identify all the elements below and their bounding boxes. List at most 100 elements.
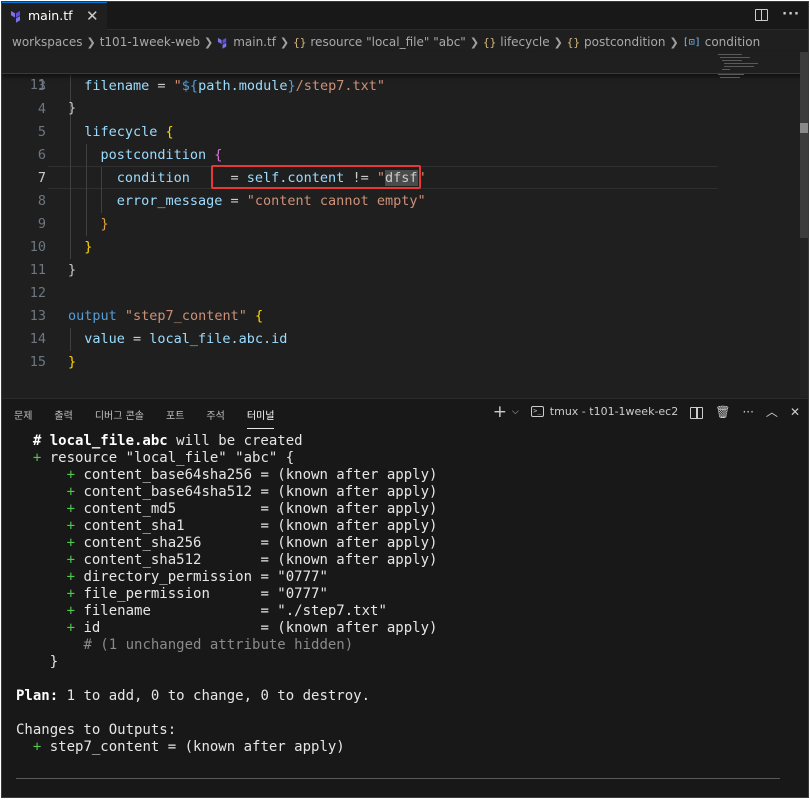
code-text: }: [84, 239, 93, 255]
line-number: 11: [29, 77, 46, 93]
code-text: lifecycle {: [84, 124, 174, 140]
terminal-line: Changes to Outputs:: [16, 722, 177, 738]
terminal-output[interactable]: # local_file.abc will be created + resou…: [16, 433, 437, 756]
terminal-line: + file_permission = "0777": [66, 586, 328, 602]
code-text: }: [68, 262, 77, 278]
terminal-line: + step7_content = (known after apply): [32, 739, 345, 755]
editor-window: main.tf ✕ ··· workspaces ❯ t101-1week-we…: [1, 1, 809, 798]
terminal-line: + content_sha256 = (known after apply): [66, 535, 438, 551]
breadcrumb-item-folder[interactable]: t101-1week-web: [100, 35, 200, 49]
breadcrumb-resource-label: resource "local_file" "abc": [310, 35, 466, 49]
chevron-right-icon: ❯: [86, 35, 96, 49]
terminal-line: # local_file.abc will be created: [32, 433, 303, 449]
tab-debug-console[interactable]: 디버그 콘솔: [95, 407, 144, 426]
terminal-line: + content_base64sha512 = (known after ap…: [66, 484, 438, 500]
bottom-panel: 문제 출력 디버그 콘솔 포트 주석 터미널 + ⌵ >_ tmux - t10…: [2, 398, 808, 797]
terminal-line: # (1 unchanged attribute hidden): [83, 637, 354, 653]
code-text: value = local_file.abc.id: [84, 331, 288, 347]
split-editor-icon[interactable]: [755, 9, 769, 21]
scrollbar-cursor-marker: [800, 123, 808, 133]
chevron-right-icon: ❯: [469, 35, 480, 49]
more-actions-icon[interactable]: ···: [782, 7, 800, 22]
chevron-right-icon: ❯: [279, 35, 290, 49]
line-number: 11: [29, 262, 46, 278]
tab-output[interactable]: 출력: [54, 407, 72, 426]
line-number: 9: [37, 216, 46, 232]
sticky-code: }: [68, 100, 77, 116]
line-number: 13: [29, 308, 46, 324]
terminal-line: Plan: 1 to add, 0 to change, 0 to destro…: [16, 688, 371, 704]
terminal-line: + content_base64sha256 = (known after ap…: [66, 467, 438, 483]
code-text: output "step7_content" {: [68, 308, 264, 324]
breadcrumb-item-lifecycle[interactable]: {} lifecycle: [483, 35, 550, 49]
breadcrumb-item-postcondition[interactable]: {} postcondition: [567, 35, 666, 49]
terminal-selector[interactable]: >_ tmux - t101-1week-ec2: [530, 405, 679, 418]
line-number: 10: [29, 239, 46, 255]
tab-label: main.tf: [28, 8, 73, 23]
terminal-icon: >_: [530, 406, 544, 417]
code-line: 3 filename = "${path.module}/step7.txt": [2, 75, 802, 98]
line-number: 6: [37, 147, 46, 163]
vertical-scrollbar[interactable]: [800, 52, 808, 397]
tab-comments[interactable]: 주석: [206, 407, 224, 426]
code-line: 12: [2, 282, 802, 305]
code-text: error_message = "content cannot empty": [116, 193, 426, 209]
minimap[interactable]: [716, 52, 776, 92]
terraform-icon: [11, 11, 20, 23]
condition-highlight-box: [211, 165, 421, 189]
symbol-object-icon: {}: [483, 36, 497, 49]
symbol-field-icon: [⊡]: [682, 37, 701, 48]
breadcrumb-item-condition[interactable]: [⊡] condition: [683, 35, 761, 49]
editor-actions: ···: [755, 7, 800, 22]
tab-terminal[interactable]: 터미널: [246, 407, 274, 429]
tab-ports[interactable]: 포트: [166, 407, 184, 426]
chevron-right-icon: ❯: [203, 35, 214, 49]
breadcrumb-item-workspaces[interactable]: workspaces: [12, 35, 83, 49]
panel-tabs: 문제 출력 디버그 콘솔 포트 주석 터미널: [14, 407, 274, 429]
chevron-right-icon: ❯: [553, 35, 563, 49]
line-number: 15: [29, 354, 46, 370]
terminal-line: }: [16, 654, 59, 670]
close-panel-icon[interactable]: ✕: [790, 405, 800, 419]
terraform-icon: [218, 37, 227, 49]
code-line: 9}: [2, 213, 802, 236]
terminal-horizontal-scrollbar[interactable]: [16, 778, 780, 779]
code-text: }: [100, 216, 109, 232]
sticky-scroll-line[interactable]: 11 }: [2, 51, 802, 116]
scrollbar-thumb[interactable]: [800, 52, 808, 238]
sticky-line: 11 }: [2, 51, 802, 116]
trash-icon[interactable]: 🗑: [715, 405, 730, 419]
code-text: postcondition {: [100, 147, 223, 163]
chevron-right-icon: ❯: [669, 35, 679, 49]
code-text: filename = "${path.module}/step7.txt": [84, 78, 386, 94]
terminal-line: + content_sha512 = (known after apply): [66, 552, 438, 568]
split-terminal-icon[interactable]: [690, 406, 704, 419]
more-actions-icon[interactable]: ···: [742, 405, 753, 419]
chevron-down-icon[interactable]: ⌵: [512, 407, 519, 417]
close-icon[interactable]: ✕: [86, 7, 99, 25]
code-line: 4: [2, 98, 802, 121]
terminal-line: + id = (known after apply): [66, 620, 438, 636]
breadcrumb-file-label: main.tf: [233, 35, 276, 49]
terminal-name: tmux - t101-1week-ec2: [549, 405, 679, 418]
maximize-panel-icon[interactable]: ︿: [766, 403, 778, 420]
line-number: 14: [29, 331, 46, 347]
tab-bar: main.tf ✕ ···: [2, 2, 808, 30]
new-terminal-icon[interactable]: +: [493, 403, 507, 420]
code-editor[interactable]: 3 filename = "${path.module}/step7.txt" 4 5…: [2, 51, 808, 397]
breadcrumb-item-file[interactable]: main.tf: [217, 35, 276, 49]
breadcrumb-postcondition-label: postcondition: [584, 35, 666, 49]
code-text: }: [68, 354, 77, 370]
terminal-line: + resource "local_file" "abc" {: [32, 450, 295, 466]
tab-main-tf[interactable]: main.tf ✕: [2, 2, 107, 30]
code-line: 15}: [2, 351, 802, 374]
line-number: 12: [29, 285, 46, 301]
code-line: 10}: [2, 236, 802, 259]
terminal-line: + directory_permission = "0777": [66, 569, 328, 585]
symbol-object-icon: {}: [566, 36, 581, 49]
panel-actions: + ⌵ >_ tmux - t101-1week-ec2 🗑 ··· ︿ ✕: [493, 403, 800, 420]
breadcrumb-item-resource[interactable]: {} resource "local_file" "abc": [293, 35, 466, 49]
tab-problems[interactable]: 문제: [14, 407, 32, 426]
